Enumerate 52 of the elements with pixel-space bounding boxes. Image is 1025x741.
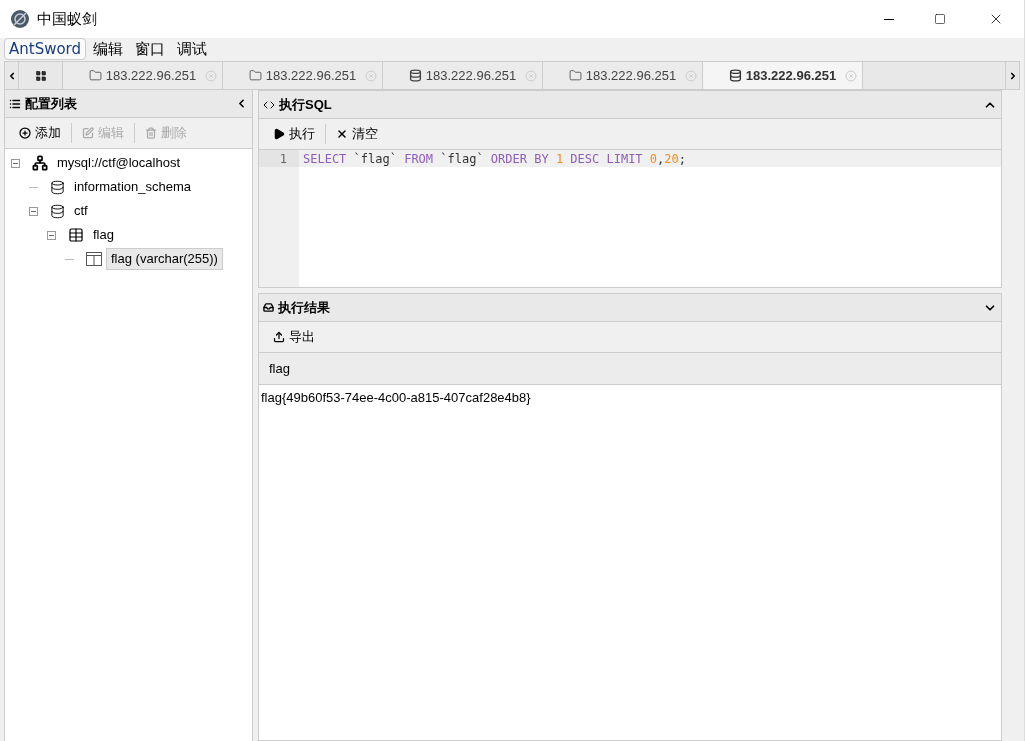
tab-label: 183.222.96.251 [745, 66, 837, 85]
tree-item[interactable]: flag [88, 224, 119, 246]
toolbar-button[interactable]: 执行 [267, 124, 321, 144]
menu-item[interactable]: 调试 [172, 38, 213, 60]
folder-icon [248, 69, 262, 82]
tab-label: 183.222.96.251 [585, 66, 677, 85]
folder-icon [88, 69, 102, 82]
folder-icon [568, 69, 582, 82]
menu-item[interactable]: 窗口 [130, 38, 171, 60]
add-icon [19, 127, 31, 139]
edit-icon [82, 127, 94, 139]
toolbar-button[interactable]: 导出 [267, 327, 321, 347]
window-title: 中国蚁剑 [37, 8, 97, 30]
collapse-toggle-icon[interactable] [11, 158, 20, 168]
code-editor[interactable]: 1 SELECT `flag` FROM `flag` ORDER BY 1 DESC LIMIT 0,20; [259, 150, 1001, 287]
grid-icon [34, 69, 47, 82]
panel-title: 配置列表 [25, 94, 77, 113]
column-icon [86, 251, 102, 267]
tree-item[interactable]: mysql://ctf@localhost [52, 152, 185, 174]
play-icon [273, 128, 285, 140]
tree-item[interactable]: ctf [69, 200, 93, 222]
panel-title: 执行结果 [278, 298, 330, 317]
panel-title: 执行SQL [279, 95, 332, 114]
list-icon [9, 97, 21, 110]
app-logo-icon [10, 9, 30, 29]
tab-label: 183.222.96.251 [265, 66, 357, 85]
toolbar-button[interactable]: 清空 [330, 124, 384, 144]
menu-item[interactable]: AntSword [4, 38, 87, 60]
maximize-icon [934, 13, 946, 25]
tab[interactable]: 183.222.96.251 [703, 62, 863, 89]
line-number: 1 [259, 150, 299, 167]
database-icon [408, 69, 422, 82]
minimize-icon [884, 18, 894, 20]
tab-label: 183.222.96.251 [105, 66, 197, 85]
tree-item[interactable]: flag (varchar(255)) [106, 248, 223, 270]
tree-item[interactable]: information_schema [69, 176, 197, 198]
database-icon [728, 69, 742, 82]
menu-item[interactable]: 编辑 [88, 38, 129, 60]
table-cell-text: flag{49b60f53-74ee-4c00-a815-407caf28e4b8} [260, 389, 532, 408]
close-icon [336, 128, 348, 140]
table-icon [68, 227, 84, 243]
collapse-toggle-icon[interactable] [47, 230, 56, 240]
upload-icon [273, 331, 285, 343]
toolbar-button[interactable]: 添加 [13, 123, 67, 143]
tab-label: 183.222.96.251 [425, 66, 517, 85]
network-icon [32, 155, 48, 171]
database-icon [50, 179, 65, 195]
collapse-toggle-icon[interactable] [29, 206, 38, 216]
database-icon [50, 203, 65, 219]
inbox-icon [263, 302, 274, 313]
column-header[interactable]: flag [259, 353, 1001, 384]
trash-icon [145, 127, 157, 139]
